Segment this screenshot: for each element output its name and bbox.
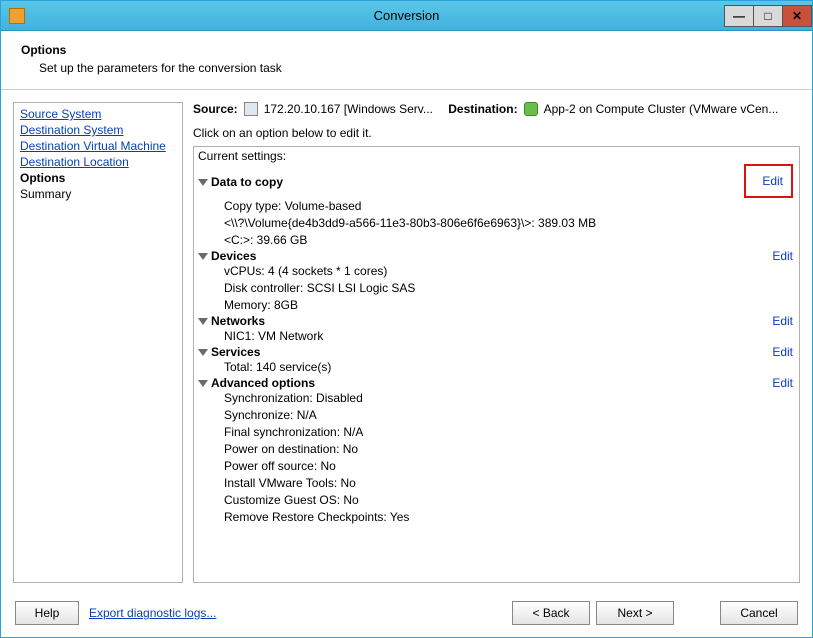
chevron-down-icon[interactable] [198, 253, 208, 260]
destination-value: App-2 on Compute Cluster (VMware vCen... [544, 102, 779, 116]
edit-link-devices[interactable]: Edit [772, 249, 793, 263]
main-panel: Source: 172.20.10.167 [Windows Serv... D… [193, 102, 800, 583]
section-title: Devices [211, 249, 256, 263]
setting-synchronize: Synchronize: N/A [224, 407, 795, 424]
wizard-sidebar: Source System Destination System Destina… [13, 102, 183, 583]
page-header: Options Set up the parameters for the co… [1, 31, 812, 90]
help-button[interactable]: Help [15, 601, 79, 625]
section-title: Networks [211, 314, 265, 328]
source-label: Source: [193, 102, 238, 116]
sidebar-item-options: Options [20, 171, 176, 185]
section-advanced-options: Advanced options Edit Synchronization: D… [198, 376, 795, 526]
settings-box: Current settings: Data to copy Edit Copy… [193, 146, 800, 583]
section-data-to-copy: Data to copy Edit Copy type: Volume-base… [198, 166, 795, 249]
edit-link-data-to-copy[interactable]: Edit [744, 164, 793, 198]
setting-synchronization: Synchronization: Disabled [224, 390, 795, 407]
cancel-button[interactable]: Cancel [720, 601, 798, 625]
setting-nic1: NIC1: VM Network [224, 328, 795, 345]
source-value: 172.20.10.167 [Windows Serv... [264, 102, 433, 116]
destination-label: Destination: [448, 102, 517, 116]
edit-link-services[interactable]: Edit [772, 345, 793, 359]
setting-services-total: Total: 140 service(s) [224, 359, 795, 376]
section-title: Data to copy [211, 175, 283, 189]
chevron-down-icon[interactable] [198, 318, 208, 325]
setting-remove-checkpoints: Remove Restore Checkpoints: Yes [224, 509, 795, 526]
sidebar-item-destination-location[interactable]: Destination Location [20, 155, 176, 169]
server-icon [244, 102, 258, 116]
setting-final-sync: Final synchronization: N/A [224, 424, 795, 441]
setting-install-tools: Install VMware Tools: No [224, 475, 795, 492]
section-devices: Devices Edit vCPUs: 4 (4 sockets * 1 cor… [198, 249, 795, 314]
titlebar: Conversion — □ ✕ [1, 1, 812, 31]
chevron-down-icon[interactable] [198, 179, 208, 186]
setting-customize-guest: Customize Guest OS: No [224, 492, 795, 509]
setting-memory: Memory: 8GB [224, 297, 795, 314]
edit-link-networks[interactable]: Edit [772, 314, 793, 328]
edit-link-advanced[interactable]: Edit [772, 376, 793, 390]
chevron-down-icon[interactable] [198, 349, 208, 356]
instruction-text: Click on an option below to edit it. [193, 126, 800, 140]
setting-volume-0: <\\?\Volume{de4b3dd9-a566-11e3-80b3-806e… [224, 215, 795, 232]
body: Source System Destination System Destina… [1, 90, 812, 591]
export-diagnostic-logs-link[interactable]: Export diagnostic logs... [89, 606, 216, 620]
setting-power-on-dest: Power on destination: No [224, 441, 795, 458]
setting-power-off-src: Power off source: No [224, 458, 795, 475]
section-networks: Networks Edit NIC1: VM Network [198, 314, 795, 345]
sidebar-item-summary: Summary [20, 187, 176, 201]
setting-disk-controller: Disk controller: SCSI LSI Logic SAS [224, 280, 795, 297]
sidebar-item-source-system[interactable]: Source System [20, 107, 176, 121]
vm-icon [524, 102, 538, 116]
sidebar-item-destination-system[interactable]: Destination System [20, 123, 176, 137]
settings-scroll[interactable]: Current settings: Data to copy Edit Copy… [194, 147, 799, 582]
section-services: Services Edit Total: 140 service(s) [198, 345, 795, 376]
source-destination-bar: Source: 172.20.10.167 [Windows Serv... D… [193, 102, 800, 116]
chevron-down-icon[interactable] [198, 380, 208, 387]
sidebar-item-destination-vm[interactable]: Destination Virtual Machine [20, 139, 176, 153]
footer: Help Export diagnostic logs... < Back Ne… [1, 591, 812, 637]
conversion-window: Conversion — □ ✕ Options Set up the para… [0, 0, 813, 638]
current-settings-label: Current settings: [198, 149, 795, 163]
page-subtitle: Set up the parameters for the conversion… [39, 61, 792, 75]
window-title: Conversion [1, 8, 812, 23]
setting-copy-type: Copy type: Volume-based [224, 198, 795, 215]
page-title: Options [21, 43, 792, 57]
setting-volume-c: <C:>: 39.66 GB [224, 232, 795, 249]
setting-vcpus: vCPUs: 4 (4 sockets * 1 cores) [224, 263, 795, 280]
back-button[interactable]: < Back [512, 601, 590, 625]
next-button[interactable]: Next > [596, 601, 674, 625]
section-title: Services [211, 345, 260, 359]
section-title: Advanced options [211, 376, 315, 390]
